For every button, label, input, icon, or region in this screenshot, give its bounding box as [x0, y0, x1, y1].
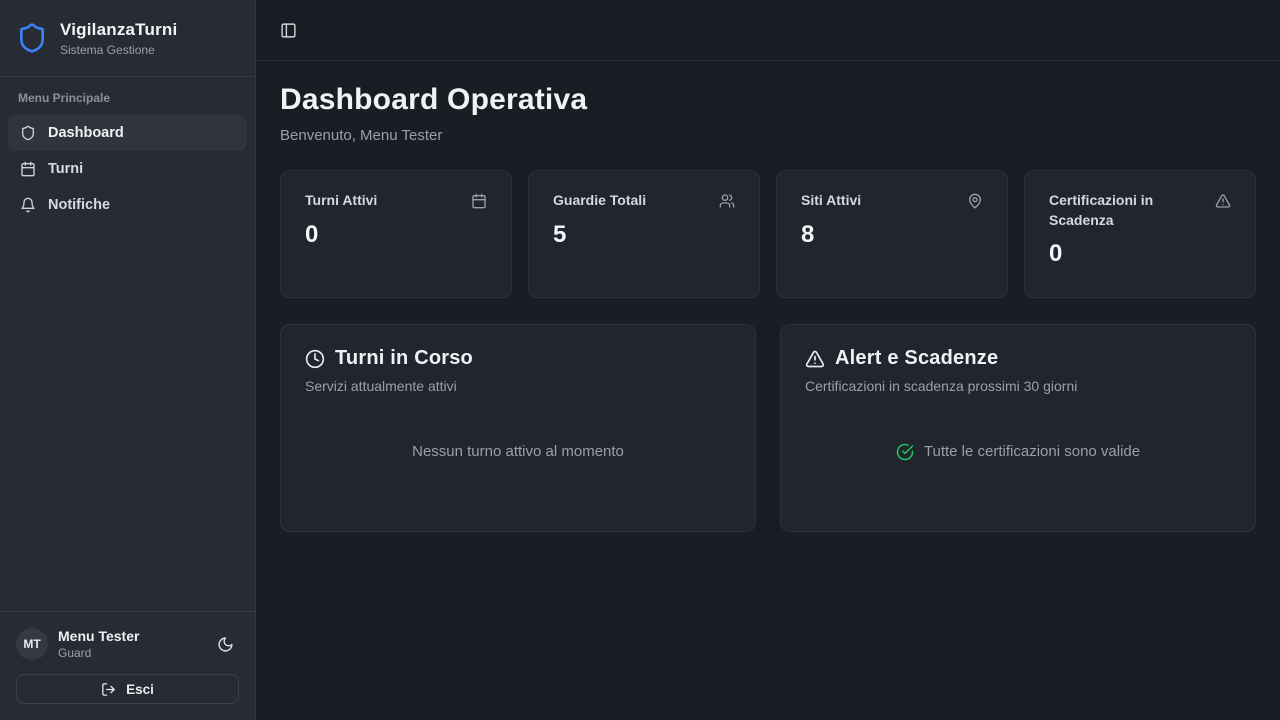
panels-grid: Turni in Corso Servizi attualmente attiv… — [280, 324, 1256, 532]
stat-card-turni-attivi: Turni Attivi 0 — [280, 170, 512, 298]
brand-header: VigilanzaTurni Sistema Gestione — [0, 0, 255, 77]
theme-toggle-button[interactable] — [211, 630, 239, 658]
panel-turni-in-corso: Turni in Corso Servizi attualmente attiv… — [280, 324, 756, 532]
alert-triangle-icon — [805, 349, 825, 369]
stat-label: Guardie Totali — [553, 191, 646, 211]
panel-left-icon — [280, 22, 297, 39]
moon-icon — [217, 636, 234, 653]
empty-state-text: Nessun turno attivo al momento — [412, 443, 624, 460]
brand-text: VigilanzaTurni Sistema Gestione — [60, 20, 177, 57]
panel-subtitle: Certificazioni in scadenza prossimi 30 g… — [805, 378, 1231, 394]
sidebar-item-label: Dashboard — [48, 125, 124, 141]
logout-icon — [101, 682, 116, 697]
sidebar-item-turni[interactable]: Turni — [8, 151, 247, 187]
user-meta: Menu Tester Guard — [58, 628, 201, 660]
stat-value: 8 — [801, 221, 983, 249]
app-title: VigilanzaTurni — [60, 20, 177, 40]
topbar — [256, 0, 1280, 61]
sidebar-item-label: Notifiche — [48, 197, 110, 213]
main-nav: Menu Principale Dashboard Turni — [0, 77, 255, 237]
stat-card-certificazioni: Certificazioni in Scadenza 0 — [1024, 170, 1256, 298]
stat-card-guardie-totali: Guardie Totali 5 — [528, 170, 760, 298]
stat-value: 0 — [305, 221, 487, 249]
shield-icon — [20, 125, 36, 141]
empty-state-text: Tutte le certificazioni sono valide — [924, 443, 1140, 460]
stat-value: 5 — [553, 221, 735, 249]
avatar: MT — [16, 628, 48, 660]
main-area: Dashboard Operativa Benvenuto, Menu Test… — [256, 0, 1280, 720]
panel-title: Turni in Corso — [335, 347, 473, 370]
stat-label: Certificazioni in Scadenza — [1049, 191, 1207, 230]
calendar-icon — [20, 161, 36, 177]
user-role: Guard — [58, 646, 201, 660]
user-row: MT Menu Tester Guard — [16, 628, 239, 660]
stat-card-siti-attivi: Siti Attivi 8 — [776, 170, 1008, 298]
panel-alert-scadenze: Alert e Scadenze Certificazioni in scade… — [780, 324, 1256, 532]
calendar-icon — [471, 193, 487, 209]
sidebar: VigilanzaTurni Sistema Gestione Menu Pri… — [0, 0, 256, 720]
stats-grid: Turni Attivi 0 Guardie Totali — [280, 170, 1256, 298]
sidebar-item-label: Turni — [48, 161, 83, 177]
app-subtitle: Sistema Gestione — [60, 43, 177, 57]
dashboard-content: Dashboard Operativa Benvenuto, Menu Test… — [256, 61, 1280, 720]
stat-value: 0 — [1049, 240, 1231, 268]
stat-label: Siti Attivi — [801, 191, 861, 211]
sidebar-footer: MT Menu Tester Guard Esci — [0, 611, 255, 720]
alert-triangle-icon — [1215, 193, 1231, 209]
logout-button[interactable]: Esci — [16, 674, 239, 704]
empty-state: Nessun turno attivo al momento — [305, 394, 731, 509]
map-pin-icon — [967, 193, 983, 209]
panel-title: Alert e Scadenze — [835, 347, 998, 370]
check-circle-icon — [896, 443, 914, 461]
sidebar-spacer — [0, 237, 255, 611]
sidebar-toggle-button[interactable] — [274, 16, 302, 44]
logout-label: Esci — [126, 682, 154, 697]
sidebar-item-dashboard[interactable]: Dashboard — [8, 115, 247, 151]
empty-state: Tutte le certificazioni sono valide — [805, 394, 1231, 509]
clock-icon — [305, 349, 325, 369]
shield-logo-icon — [16, 22, 48, 54]
user-name: Menu Tester — [58, 628, 201, 644]
page-title: Dashboard Operativa — [280, 83, 1256, 117]
bell-icon — [20, 197, 36, 213]
users-icon — [719, 193, 735, 209]
panel-subtitle: Servizi attualmente attivi — [305, 378, 731, 394]
nav-section-label: Menu Principale — [8, 91, 247, 115]
page-subtitle: Benvenuto, Menu Tester — [280, 127, 1256, 144]
sidebar-item-notifiche[interactable]: Notifiche — [8, 187, 247, 223]
stat-label: Turni Attivi — [305, 191, 377, 211]
